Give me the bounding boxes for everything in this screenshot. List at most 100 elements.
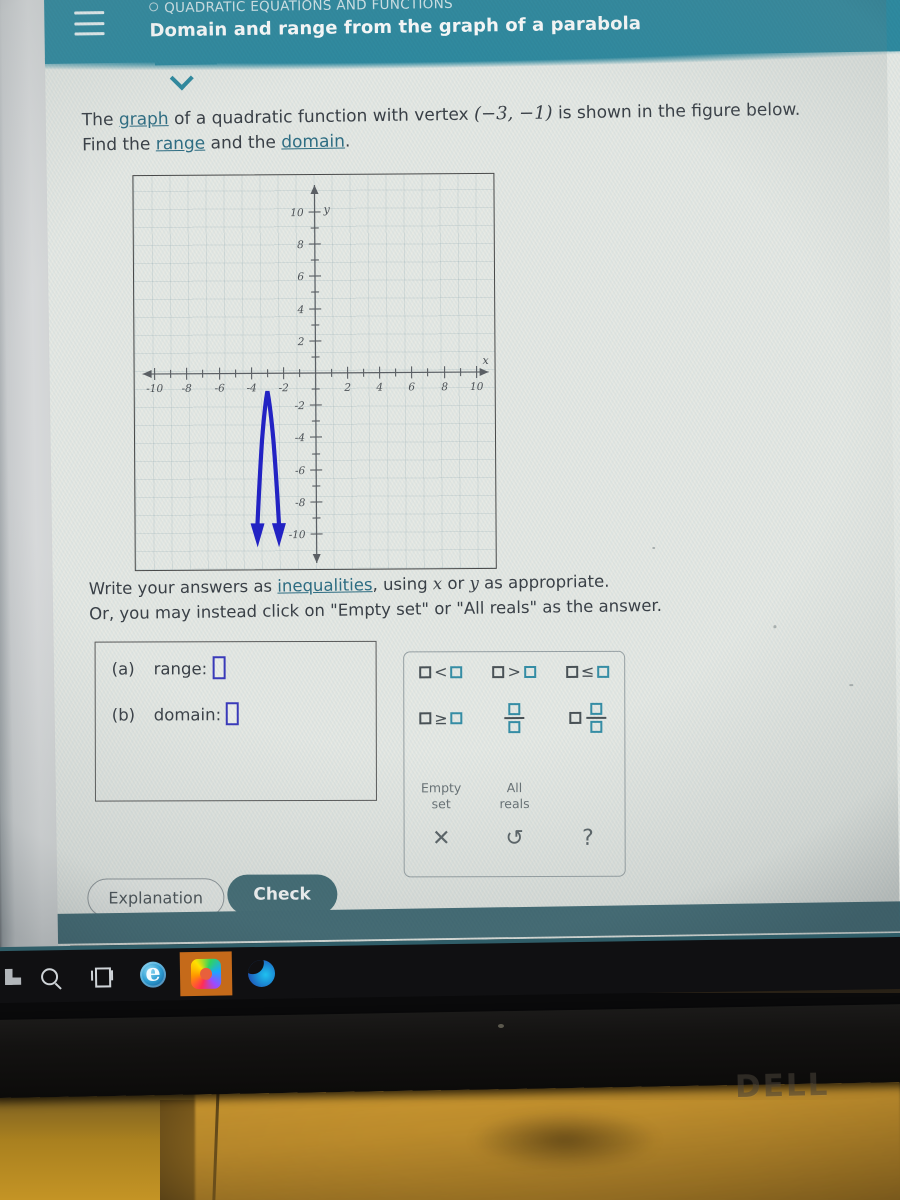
power-led <box>498 1024 504 1028</box>
inequalities-link[interactable]: inequalities <box>277 575 372 595</box>
search-button[interactable] <box>26 956 73 997</box>
mixed-number-button[interactable] <box>569 702 607 733</box>
all-reals-button[interactable]: All reals <box>499 780 529 811</box>
creative-cloud-button[interactable] <box>179 951 233 997</box>
empty-set-button[interactable]: Empty set <box>421 780 461 811</box>
placeholder-square <box>492 665 505 678</box>
all-reals-line1: All <box>506 780 523 796</box>
screenshot-root: DELL QUADRATIC EQUATIONS AND FUNCTIONS D… <box>0 0 900 1200</box>
svg-text:8: 8 <box>297 239 304 251</box>
graph-link[interactable]: graph <box>119 109 169 130</box>
monitor-screen: QUADRATIC EQUATIONS AND FUNCTIONS Domain… <box>0 0 900 1000</box>
answer-tag-b: (b) <box>111 705 136 725</box>
circle-icon <box>149 2 159 12</box>
fraction-bar <box>504 717 525 720</box>
chevron-down-icon[interactable] <box>171 68 191 88</box>
stmt-part-4: Find the <box>82 134 156 156</box>
mixed-fraction-icon <box>586 702 607 733</box>
answer-row-domain: (b) domain: <box>111 702 240 726</box>
microsoft-edge-button[interactable] <box>238 953 285 994</box>
stmt-part-2: of a quadratic function with vertex <box>168 104 475 130</box>
domain-link[interactable]: domain <box>281 132 345 153</box>
help-icon[interactable]: ? <box>582 826 594 851</box>
instr-line-2: Or, you may instead click on "Empty set"… <box>89 595 663 624</box>
greater-than-symbol: > <box>507 662 521 682</box>
placeholder-square <box>419 712 432 725</box>
answer-tag-a: (a) <box>111 659 135 679</box>
browser-page: QUADRATIC EQUATIONS AND FUNCTIONS Domain… <box>43 0 900 946</box>
app-header: QUADRATIC EQUATIONS AND FUNCTIONS Domain… <box>43 0 900 64</box>
parabola-curve <box>250 390 286 548</box>
greater-equal-button[interactable]: ≥ <box>419 709 463 728</box>
svg-text:4: 4 <box>296 304 304 316</box>
clear-icon[interactable]: ✕ <box>432 826 451 851</box>
svg-text:10: 10 <box>470 381 484 393</box>
fraction-button[interactable] <box>504 703 525 734</box>
svg-text:-8: -8 <box>295 497 306 509</box>
keypad-symbol-grid: < > ≤ ≥ <box>404 662 624 734</box>
breadcrumb-label: QUADRATIC EQUATIONS AND FUNCTIONS <box>164 0 454 17</box>
svg-text:-10: -10 <box>146 383 163 395</box>
search-icon <box>40 967 58 985</box>
numerator-square <box>508 703 521 716</box>
keypad-icon-row: ✕ ↺ ? <box>405 826 625 851</box>
less-equal-symbol: ≤ <box>580 661 595 681</box>
task-view-icon <box>91 967 111 983</box>
placeholder-square <box>419 665 432 678</box>
svg-text:-2: -2 <box>279 382 290 394</box>
svg-text:y: y <box>323 203 331 216</box>
graph-svg: -10 -8 -6 -4 -2 2 4 6 8 10 10 8 6 4 2 -2… <box>142 184 490 563</box>
svg-text:x: x <box>482 354 489 367</box>
breadcrumb: QUADRATIC EQUATIONS AND FUNCTIONS <box>149 0 453 16</box>
screen-speck <box>849 684 854 687</box>
vertex-value: (−3, −1) <box>473 102 553 125</box>
answer-row-range: (a) range: <box>111 656 226 680</box>
math-keypad: < > ≤ ≥ Empty set All reals ✕ ↺ ? <box>403 650 626 878</box>
hamburger-icon[interactable] <box>74 11 105 36</box>
check-button[interactable]: Check <box>227 874 337 915</box>
windows-icon <box>4 968 22 985</box>
placeholder-square <box>597 665 610 678</box>
svg-text:-10: -10 <box>289 529 306 541</box>
empty-set-line1: Empty <box>420 780 462 796</box>
range-label: range: <box>153 659 208 679</box>
less-equal-button[interactable]: ≤ <box>565 661 610 681</box>
wall-shadow <box>470 1110 660 1170</box>
svg-text:8: 8 <box>441 381 448 393</box>
edge-icon <box>247 959 275 987</box>
svg-text:-2: -2 <box>295 400 306 412</box>
creative-cloud-icon <box>190 958 222 990</box>
range-link[interactable]: range <box>156 134 206 155</box>
instr-part-4: as appropriate. <box>478 571 610 593</box>
svg-text:-4: -4 <box>247 382 257 394</box>
svg-text:10: 10 <box>290 207 304 219</box>
empty-set-line2: set <box>431 795 451 811</box>
denominator-square <box>508 721 521 734</box>
less-than-symbol: < <box>434 662 448 682</box>
svg-text:-4: -4 <box>295 432 305 444</box>
stmt-part-6: . <box>344 131 351 152</box>
answer-panel: (a) range: (b) domain: <box>94 640 377 802</box>
range-input[interactable] <box>212 656 226 680</box>
task-view-button[interactable] <box>78 955 125 996</box>
placeholder-square <box>450 665 463 678</box>
placeholder-square <box>450 712 463 725</box>
undo-icon[interactable]: ↺ <box>505 826 524 851</box>
greater-than-button[interactable]: > <box>492 662 536 682</box>
less-than-button[interactable]: < <box>419 662 463 682</box>
dell-logo: DELL <box>734 1066 830 1106</box>
page-title: Domain and range from the graph of a par… <box>149 13 642 42</box>
all-reals-line2: reals <box>499 795 530 811</box>
svg-text:6: 6 <box>297 271 304 283</box>
placeholder-square <box>565 665 578 678</box>
domain-input[interactable] <box>226 702 240 726</box>
whole-square <box>569 711 582 724</box>
instr-part-2: , using <box>372 574 433 595</box>
stmt-part-5: and the <box>205 132 282 154</box>
internet-explorer-button[interactable] <box>130 954 177 995</box>
numerator-square <box>590 702 603 715</box>
stmt-part-3: is shown in the figure below. <box>552 99 801 124</box>
answer-instructions: Write your answers as inequalities, usin… <box>89 565 900 627</box>
graph-axes <box>142 184 489 563</box>
parabola-graph: -10 -8 -6 -4 -2 2 4 6 8 10 10 8 6 4 2 -2… <box>132 172 497 572</box>
